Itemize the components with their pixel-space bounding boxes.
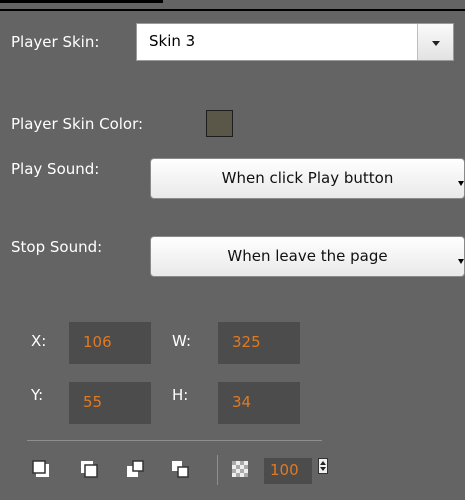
x-label: X: [31,332,47,350]
play-sound-label: Play Sound: [11,160,100,178]
bring-to-front-icon[interactable] [30,458,52,480]
player-skin-color-swatch[interactable] [206,110,233,137]
send-to-back-icon[interactable] [78,458,100,480]
chevron-down-icon [458,259,464,264]
chevron-down-icon [458,181,464,186]
player-skin-color-label: Player Skin Color: [11,115,144,133]
x-input[interactable]: 106 [69,322,151,364]
player-skin-value: Skin 3 [149,32,196,50]
top-border [0,9,465,11]
stop-sound-label: Stop Sound: [11,238,103,256]
toolbar-separator [217,455,218,485]
player-skin-select[interactable]: Skin 3 [136,23,454,61]
stepper-up-icon[interactable] [320,461,326,465]
width-input[interactable]: 325 [218,322,300,364]
opacity-stepper[interactable] [318,458,328,474]
player-skin-label: Player Skin: [11,33,100,51]
opacity-input[interactable]: 100 [264,458,312,484]
w-label: W: [172,332,192,350]
chevron-down-icon [432,41,440,46]
stop-sound-value: When leave the page [227,247,388,265]
top-border-left [0,0,163,3]
y-input[interactable]: 55 [69,382,151,424]
bring-forward-icon[interactable] [124,458,146,480]
y-label: Y: [31,386,44,404]
divider [27,440,322,441]
stop-sound-select[interactable]: When leave the page [150,236,465,277]
stepper-down-icon[interactable] [320,467,326,471]
h-label: H: [172,386,189,404]
opacity-icon [232,461,248,477]
player-skin-dropdown-button[interactable] [417,24,453,60]
send-backward-icon[interactable] [169,458,191,480]
height-input[interactable]: 34 [218,382,300,424]
play-sound-select[interactable]: When click Play button [150,158,465,199]
play-sound-value: When click Play button [221,169,394,187]
